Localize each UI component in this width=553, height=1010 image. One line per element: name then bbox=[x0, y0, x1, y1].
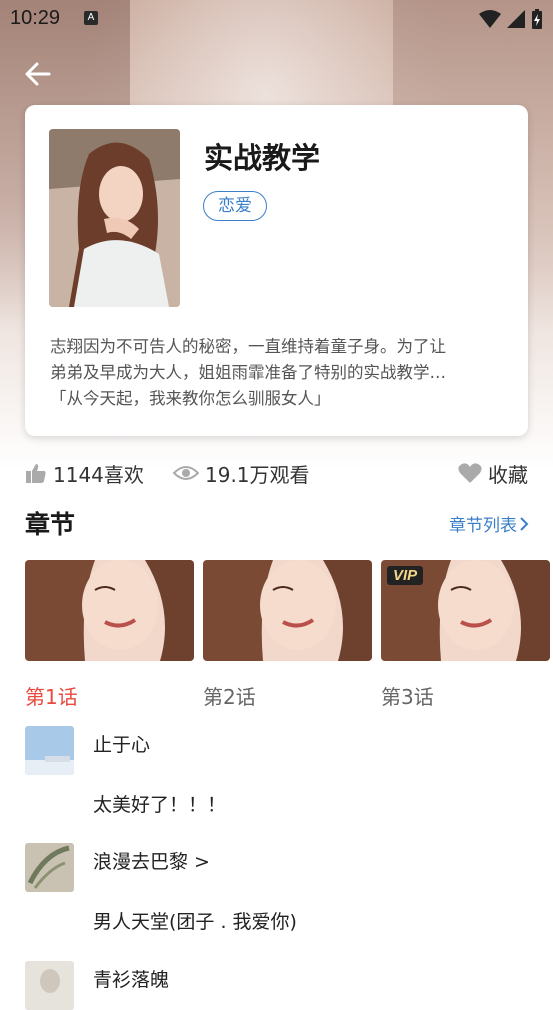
back-button[interactable] bbox=[22, 58, 54, 90]
chapter-thumbnail[interactable] bbox=[25, 560, 194, 661]
book-cover[interactable] bbox=[49, 129, 180, 307]
avatar[interactable] bbox=[25, 726, 74, 775]
chevron-right-icon bbox=[520, 516, 529, 531]
book-title: 实战教学 bbox=[204, 141, 321, 175]
chapter-item[interactable]: 第2话 bbox=[203, 560, 372, 710]
comment-username[interactable]: 青衫落魄 bbox=[93, 965, 169, 992]
description-line: 弟弟及早成为大人，姐姐雨霏准备了特别的实战教学… bbox=[50, 363, 446, 382]
description-line: 志翔因为不可告人的秘密，一直维持着童子身。为了让 bbox=[50, 337, 446, 356]
chapter-item[interactable]: VIP 第3话 bbox=[381, 560, 550, 710]
wifi-icon bbox=[479, 10, 501, 28]
genre-tag[interactable]: 恋爱 bbox=[203, 191, 267, 221]
like-stat[interactable]: 1144喜欢 bbox=[25, 456, 144, 490]
signal-icon bbox=[507, 10, 525, 28]
book-description: 志翔因为不可告人的秘密，一直维持着童子身。为了让 弟弟及早成为大人，姐姐雨霏准备… bbox=[50, 334, 512, 412]
notification-icon: A bbox=[84, 11, 98, 25]
stats-bar: 1144喜欢 19.1万观看 收藏 bbox=[25, 456, 528, 490]
chapter-list-label: 章节列表 bbox=[449, 516, 517, 536]
chapter-label: 第2话 bbox=[203, 685, 256, 709]
description-line: 「从今天起，我来教你怎么驯服女人」 bbox=[50, 389, 331, 408]
avatar[interactable] bbox=[25, 843, 74, 892]
favorite-button[interactable]: 收藏 bbox=[458, 456, 528, 490]
vip-badge: VIP bbox=[387, 566, 424, 585]
status-bar: 10:29 A bbox=[0, 0, 553, 38]
status-time: 10:29 bbox=[10, 7, 61, 29]
chapters-heading: 章节 bbox=[25, 510, 76, 539]
chapter-thumbnail[interactable]: VIP bbox=[381, 560, 550, 661]
chapter-label: 第3话 bbox=[381, 685, 434, 709]
chapter-list-link[interactable]: 章节列表 bbox=[449, 511, 529, 536]
views-count: 19.1万观看 bbox=[205, 462, 310, 487]
thumbs-up-icon bbox=[26, 464, 46, 483]
heart-icon bbox=[458, 463, 482, 483]
comment-username[interactable]: 浪漫去巴黎 > bbox=[93, 847, 210, 874]
likes-count: 1144喜欢 bbox=[53, 462, 144, 487]
chapter-thumbnail[interactable] bbox=[203, 560, 372, 661]
arrow-left-icon bbox=[25, 62, 51, 86]
avatar[interactable] bbox=[25, 961, 74, 1010]
comment-username[interactable]: 止于心 bbox=[93, 730, 150, 757]
comment-text: 男人天堂(团子 . 我爱你) bbox=[93, 911, 297, 933]
comment-text: 太美好了！！！ bbox=[93, 794, 227, 816]
chapter-label: 第1话 bbox=[25, 685, 78, 709]
battery-icon bbox=[532, 9, 542, 29]
views-stat: 19.1万观看 bbox=[173, 456, 310, 490]
chapter-item[interactable]: 第1话 bbox=[25, 560, 194, 710]
favorite-label: 收藏 bbox=[488, 462, 528, 487]
status-icons bbox=[479, 9, 543, 29]
eye-icon bbox=[173, 466, 199, 480]
book-info-card: 实战教学 恋爱 志翔因为不可告人的秘密，一直维持着童子身。为了让 弟弟及早成为大… bbox=[25, 105, 528, 436]
